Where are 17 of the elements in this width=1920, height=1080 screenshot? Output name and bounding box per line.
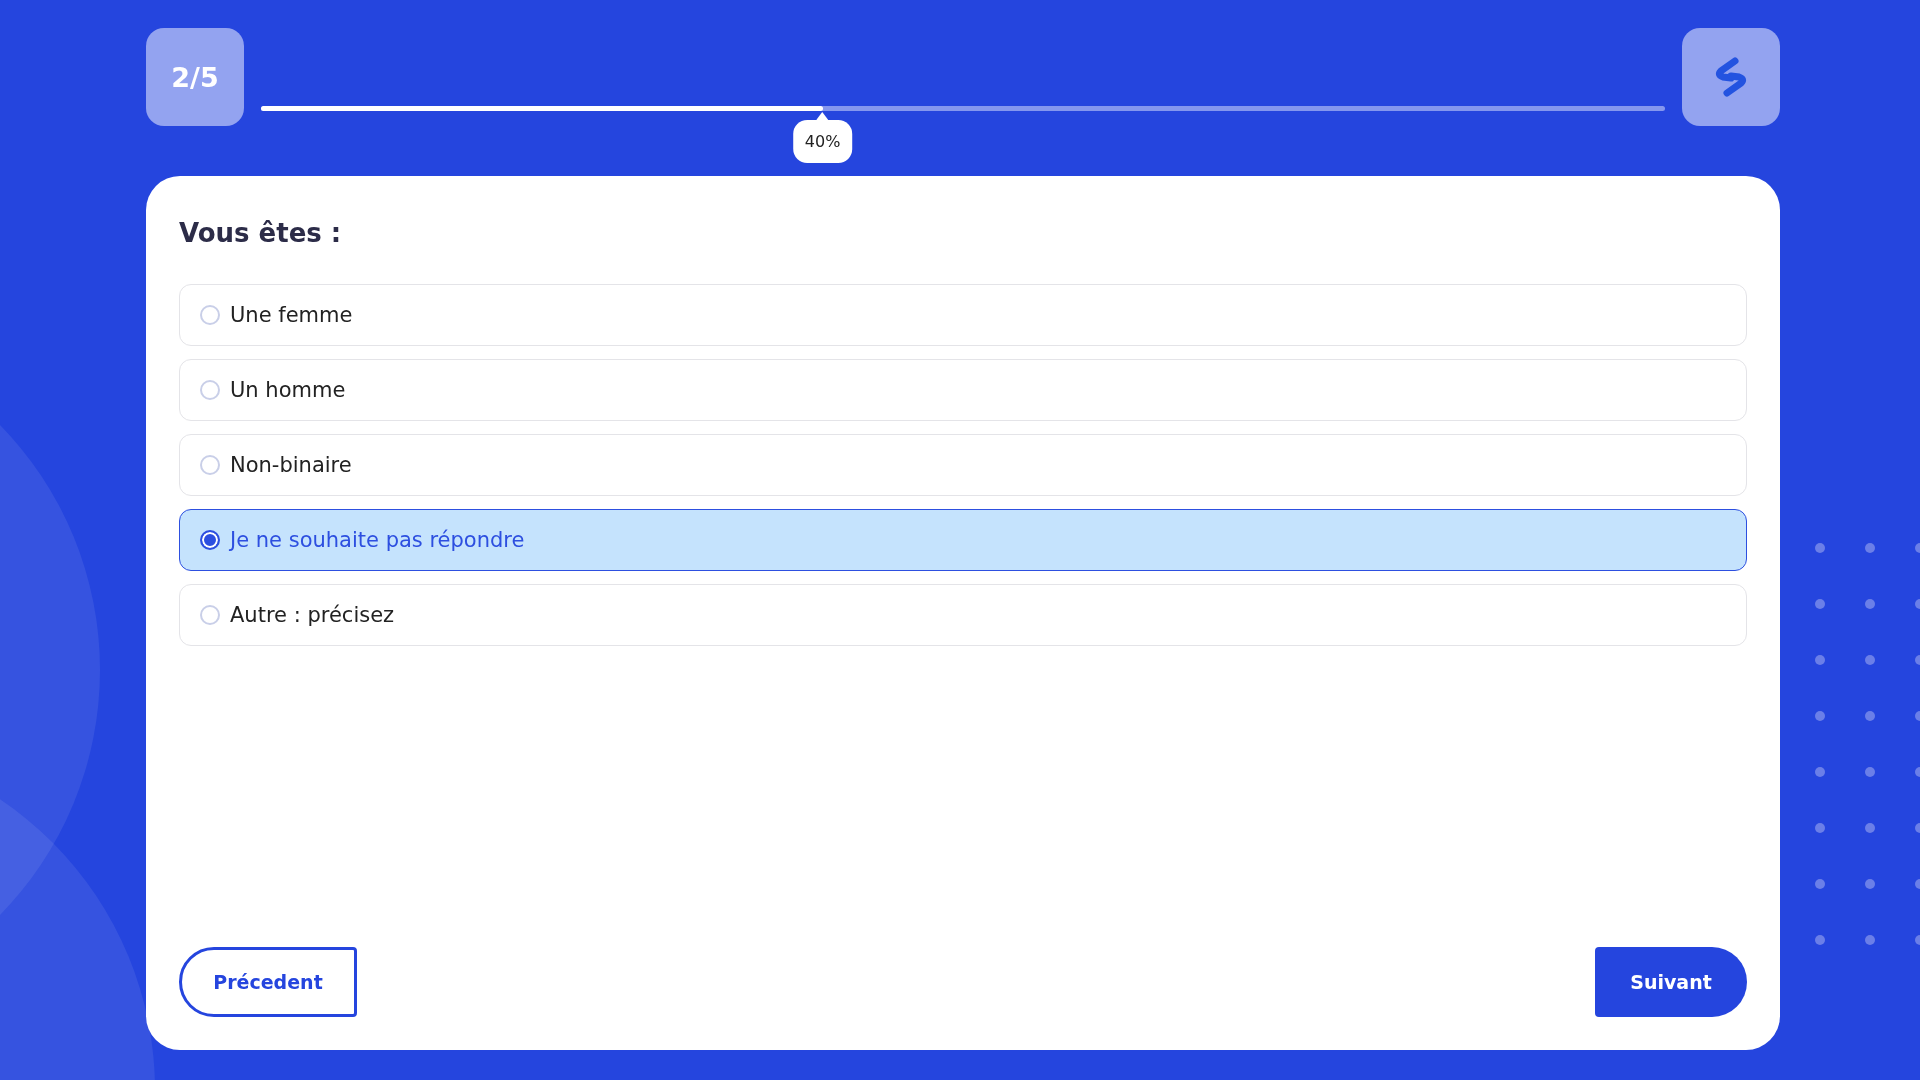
option-label: Je ne souhaite pas répondre xyxy=(230,528,525,552)
question-title: Vous êtes : xyxy=(179,218,343,248)
answer-option[interactable]: Autre : précisez xyxy=(179,584,1747,646)
option-label: Un homme xyxy=(230,378,346,402)
next-button[interactable]: Suivant xyxy=(1595,947,1747,1017)
option-label: Non-binaire xyxy=(230,453,352,477)
radio-button[interactable] xyxy=(200,530,220,550)
answer-option[interactable]: Non-binaire xyxy=(179,434,1747,496)
answer-option[interactable]: Un homme xyxy=(179,359,1747,421)
tooltip-pointer-icon xyxy=(816,111,829,120)
progress-tooltip: 40% xyxy=(792,111,853,163)
option-label: Autre : précisez xyxy=(230,603,395,627)
answer-option[interactable]: Je ne souhaite pas répondre xyxy=(179,509,1747,571)
option-label: Une femme xyxy=(230,303,353,327)
step-counter: 2/5 xyxy=(146,28,244,126)
answer-option[interactable]: Une femme xyxy=(179,284,1747,346)
previous-button[interactable]: Précedent xyxy=(179,947,357,1017)
